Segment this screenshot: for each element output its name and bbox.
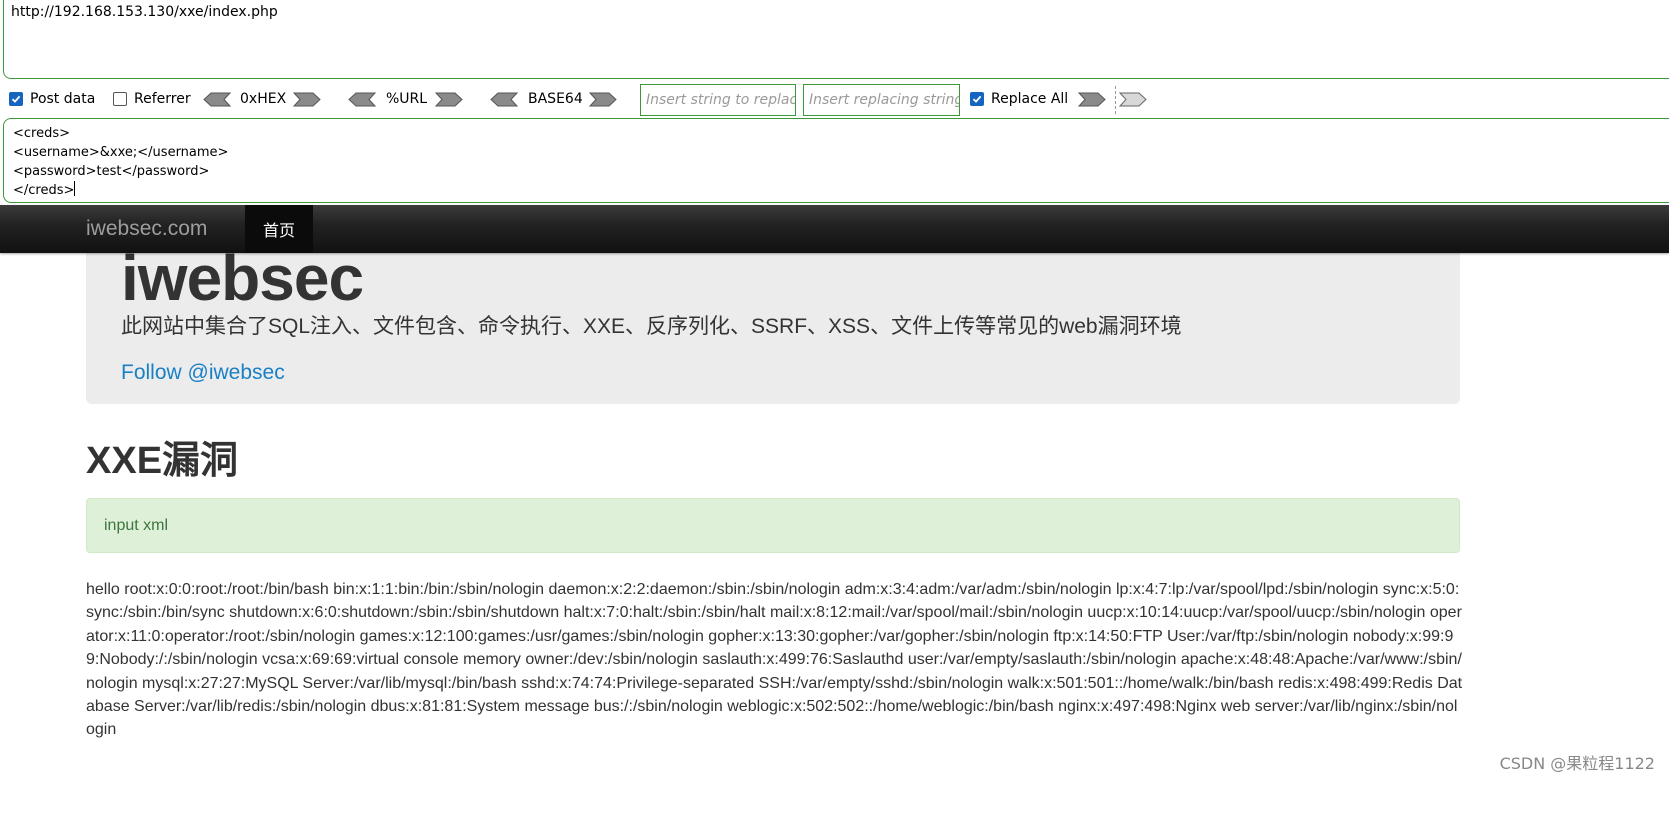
alert-text: input xml (104, 516, 169, 534)
watermark: CSDN @果粒程1122 (1499, 754, 1655, 773)
toolbar-separator (1115, 86, 1116, 114)
base64-encode-arrow-icon[interactable] (588, 92, 618, 107)
referrer-toggle[interactable]: Referrer (113, 84, 191, 114)
url-input[interactable]: http://192.168.153.130/xxe/index.php (3, 0, 1669, 79)
execute-arrow-icon[interactable] (1118, 92, 1148, 107)
replace-string-input[interactable]: Insert string to replace (640, 84, 796, 116)
navbar-brand[interactable]: iwebsec.com (86, 205, 207, 253)
nav-item-home[interactable]: 首页 (245, 205, 313, 253)
replace-all-checkbox[interactable] (970, 92, 984, 106)
url-encode-arrow-icon[interactable] (434, 92, 464, 107)
jumbotron-description: 此网站中集合了SQL注入、文件包含、命令执行、XXE、反序列化、SSRF、XSS… (121, 315, 1182, 338)
hex-label: 0xHEX (240, 91, 287, 107)
hex-encode-arrow-icon[interactable] (292, 92, 322, 107)
navbar: iwebsec.com 首页 (0, 205, 1669, 253)
follow-link[interactable]: Follow @iwebsec (121, 359, 285, 387)
text-caret (74, 181, 76, 196)
post-data-toggle[interactable]: Post data (9, 84, 95, 114)
replacing-string-input[interactable]: Insert replacing string (803, 84, 960, 116)
post-body-text: <creds> <username>&xxe;</username> <pass… (13, 126, 229, 198)
section-heading: XXE漏洞 (86, 440, 239, 482)
post-data-label: Post data (30, 91, 96, 107)
replace-all-label: Replace All (991, 91, 1069, 107)
referrer-label: Referrer (134, 91, 191, 107)
base64-label: BASE64 (528, 91, 583, 107)
referrer-checkbox[interactable] (113, 92, 127, 106)
hackbar-toolbar: Post data Referrer 0xHEX %URL BASE64 Ins… (0, 84, 1669, 116)
hex-decode-arrow-icon[interactable] (202, 92, 232, 107)
post-data-textarea[interactable]: <creds> <username>&xxe;</username> <pass… (3, 118, 1669, 203)
url-decode-arrow-icon[interactable] (347, 92, 377, 107)
base64-decode-arrow-icon[interactable] (489, 92, 519, 107)
replace-execute-arrow-icon[interactable] (1077, 92, 1107, 107)
result-output: hello root:x:0:0:root:/root:/bin/bash bi… (86, 581, 1463, 739)
replace-all-toggle[interactable]: Replace All (970, 84, 1068, 114)
post-data-checkbox[interactable] (9, 92, 23, 106)
url-encode-label: %URL (386, 91, 428, 107)
success-alert: input xml (86, 498, 1460, 553)
